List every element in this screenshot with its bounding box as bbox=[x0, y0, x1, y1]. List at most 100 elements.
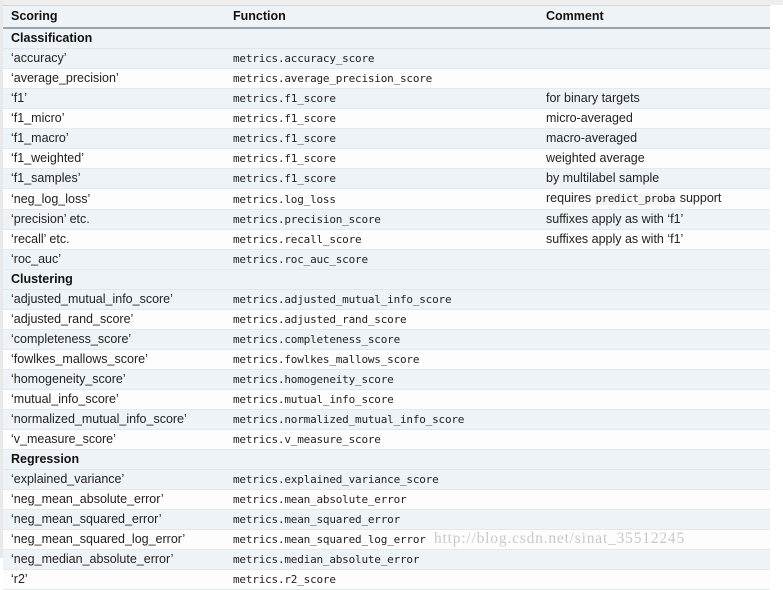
table-row: ‘mutual_info_score’ metrics.mutual_info_s… bbox=[3, 389, 770, 410]
function-name-cell: metrics.f1_score bbox=[225, 148, 538, 169]
comment-cell bbox=[538, 249, 770, 270]
comment-cell bbox=[538, 409, 770, 430]
table-row: ‘v_measure_score’ metrics.v_measure_score bbox=[3, 429, 770, 450]
comment-cell bbox=[538, 349, 770, 370]
function-name-cell: metrics.v_measure_score bbox=[225, 429, 538, 450]
comment-cell bbox=[538, 309, 770, 330]
function-name-cell: metrics.f1_score bbox=[225, 128, 538, 149]
scoring-name-cell: ‘f1_macro’ bbox=[3, 128, 225, 149]
table-row: ‘completeness_score’ metrics.completeness… bbox=[3, 329, 770, 350]
scoring-name-cell: ‘mutual_info_score’ bbox=[3, 389, 225, 410]
scoring-name-cell: ‘adjusted_rand_score’ bbox=[3, 309, 225, 330]
column-header-comment: Comment bbox=[538, 5, 770, 29]
table-row: ‘f1_macro’ metrics.f1_score macro-averaged bbox=[3, 128, 770, 149]
table-row: ‘fowlkes_mallows_score’ metrics.fowlkes_m… bbox=[3, 349, 770, 370]
function-name-cell: metrics.mean_squared_error bbox=[225, 509, 538, 530]
scoring-name-cell: ‘adjusted_mutual_info_score’ bbox=[3, 289, 225, 310]
function-name-cell: metrics.normalized_mutual_info_score bbox=[225, 409, 538, 430]
table-row: ‘adjusted_mutual_info_score’ metrics.adju… bbox=[3, 289, 770, 310]
function-name-cell: metrics.log_loss bbox=[225, 188, 538, 210]
function-name-cell: metrics.mutual_info_score bbox=[225, 389, 538, 410]
section-header-row: Regression bbox=[3, 449, 770, 470]
inline-code-token: predict_proba bbox=[594, 193, 677, 205]
function-name-cell: metrics.mean_squared_log_error bbox=[225, 529, 538, 550]
table-row: ‘precision’ etc. metrics.precision_score s… bbox=[3, 209, 770, 230]
function-name-cell: metrics.precision_score bbox=[225, 209, 538, 230]
comment-cell bbox=[538, 549, 770, 570]
comment-cell bbox=[538, 569, 770, 590]
scoring-name-cell: ‘f1_samples’ bbox=[3, 168, 225, 189]
comment-cell bbox=[538, 369, 770, 390]
function-name-cell: metrics.accuracy_score bbox=[225, 48, 538, 69]
function-name-cell: metrics.adjusted_mutual_info_score bbox=[225, 289, 538, 310]
scoring-name-cell: ‘average_precision’ bbox=[3, 68, 225, 89]
scoring-name-cell: ‘neg_mean_squared_error’ bbox=[3, 509, 225, 530]
table-row: ‘neg_mean_squared_log_error’ metrics.mean… bbox=[3, 529, 770, 550]
function-name-cell: metrics.average_precision_score bbox=[225, 68, 538, 89]
comment-cell: micro-averaged bbox=[538, 108, 770, 129]
comment-cell bbox=[538, 68, 770, 89]
scoring-name-cell: ‘f1_micro’ bbox=[3, 108, 225, 129]
function-name-cell: metrics.mean_absolute_error bbox=[225, 489, 538, 510]
table-row: ‘recall’ etc. metrics.recall_score suffixe… bbox=[3, 229, 770, 250]
table-row: ‘neg_median_absolute_error’ metrics.media… bbox=[3, 549, 770, 570]
scoring-name-cell: ‘recall’ etc. bbox=[3, 229, 225, 250]
section-header-label: Classification bbox=[3, 28, 770, 49]
table-row: ‘f1_micro’ metrics.f1_score micro-averaged bbox=[3, 108, 770, 129]
scoring-name-cell: ‘neg_mean_absolute_error’ bbox=[3, 489, 225, 510]
table-row: ‘neg_mean_absolute_error’ metrics.mean_ab… bbox=[3, 489, 770, 510]
function-name-cell: metrics.fowlkes_mallows_score bbox=[225, 349, 538, 370]
scoring-name-cell: ‘v_measure_score’ bbox=[3, 429, 225, 450]
comment-cell bbox=[538, 389, 770, 410]
function-name-cell: metrics.adjusted_rand_score bbox=[225, 309, 538, 330]
comment-cell: requires predict_proba support bbox=[538, 188, 770, 210]
table-row: ‘f1_weighted’ metrics.f1_score weighted av… bbox=[3, 148, 770, 169]
comment-cell: weighted average bbox=[538, 148, 770, 169]
comment-cell bbox=[538, 429, 770, 450]
function-name-cell: metrics.f1_score bbox=[225, 108, 538, 129]
table-row: ‘average_precision’ metrics.average_preci… bbox=[3, 68, 770, 89]
comment-cell bbox=[538, 529, 770, 550]
scoring-name-cell: ‘normalized_mutual_info_score’ bbox=[3, 409, 225, 430]
comment-cell: macro-averaged bbox=[538, 128, 770, 149]
table-row: ‘accuracy’ metrics.accuracy_score bbox=[3, 48, 770, 69]
section-header-row: Clustering bbox=[3, 269, 770, 290]
scoring-table-container: Scoring Function Comment Classification ‘… bbox=[3, 5, 770, 590]
function-name-cell: metrics.roc_auc_score bbox=[225, 249, 538, 270]
function-name-cell: metrics.explained_variance_score bbox=[225, 469, 538, 490]
comment-cell bbox=[538, 329, 770, 350]
comment-cell bbox=[538, 469, 770, 490]
function-name-cell: metrics.homogeneity_score bbox=[225, 369, 538, 390]
scoring-name-cell: ‘accuracy’ bbox=[3, 48, 225, 69]
section-header-row: Classification bbox=[3, 28, 770, 49]
table-row: ‘roc_auc’ metrics.roc_auc_score bbox=[3, 249, 770, 270]
table-row: ‘f1’ metrics.f1_score for binary targets bbox=[3, 88, 770, 109]
comment-cell: by multilabel sample bbox=[538, 168, 770, 189]
comment-cell bbox=[538, 289, 770, 310]
comment-cell: for binary targets bbox=[538, 88, 770, 109]
table-row: ‘normalized_mutual_info_score’ metrics.no… bbox=[3, 409, 770, 430]
comment-text-suffix: support bbox=[676, 191, 722, 205]
table-row: ‘homogeneity_score’ metrics.homogeneity_s… bbox=[3, 369, 770, 390]
column-header-function: Function bbox=[225, 5, 538, 29]
table-row: ‘neg_mean_squared_error’ metrics.mean_squ… bbox=[3, 509, 770, 530]
scoring-name-cell: ‘f1_weighted’ bbox=[3, 148, 225, 169]
table-row: ‘explained_variance’ metrics.explained_va… bbox=[3, 469, 770, 490]
table-body: Classification ‘accuracy’ metrics.accuracy… bbox=[3, 28, 770, 590]
comment-cell: suffixes apply as with ‘f1’ bbox=[538, 229, 770, 250]
page-root: Scoring Function Comment Classification ‘… bbox=[0, 0, 783, 590]
scoring-name-cell: ‘r2’ bbox=[3, 569, 225, 590]
comment-cell: suffixes apply as with ‘f1’ bbox=[538, 209, 770, 230]
comment-cell bbox=[538, 509, 770, 530]
function-name-cell: metrics.f1_score bbox=[225, 168, 538, 189]
section-header-label: Regression bbox=[3, 449, 770, 470]
scoring-name-cell: ‘fowlkes_mallows_score’ bbox=[3, 349, 225, 370]
scoring-name-cell: ‘completeness_score’ bbox=[3, 329, 225, 350]
function-name-cell: metrics.r2_score bbox=[225, 569, 538, 590]
scoring-name-cell: ‘neg_mean_squared_log_error’ bbox=[3, 529, 225, 550]
table-row: ‘neg_log_loss’ metrics.log_loss requires p… bbox=[3, 188, 770, 210]
scoring-name-cell: ‘f1’ bbox=[3, 88, 225, 109]
function-name-cell: metrics.f1_score bbox=[225, 88, 538, 109]
section-header-label: Clustering bbox=[3, 269, 770, 290]
comment-cell bbox=[538, 489, 770, 510]
